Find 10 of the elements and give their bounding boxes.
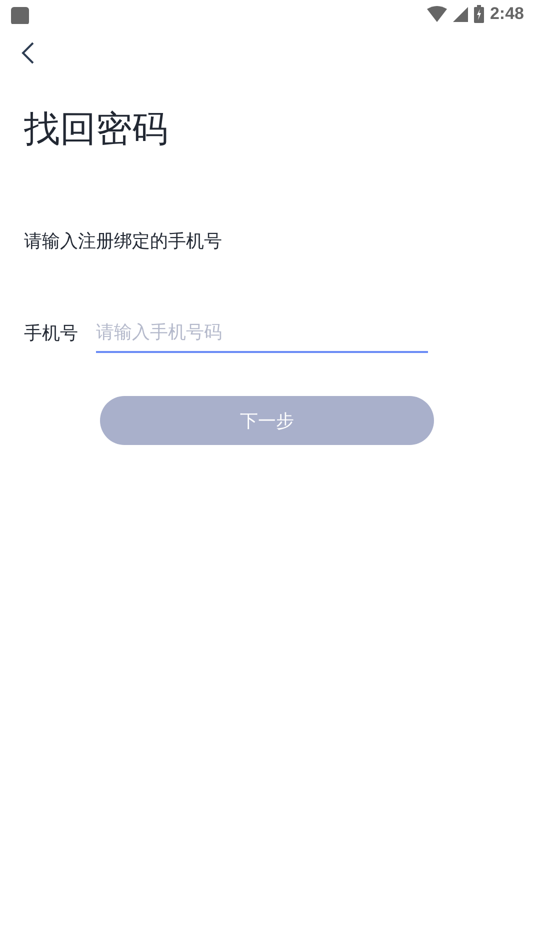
instruction-text: 请输入注册绑定的手机号 <box>24 230 223 254</box>
battery-icon <box>474 5 484 23</box>
back-icon <box>20 40 36 66</box>
signal-icon <box>452 6 468 22</box>
back-button[interactable] <box>20 40 36 66</box>
page-title: 找回密码 <box>24 108 169 152</box>
field-label: 手机号 <box>24 322 78 345</box>
notification-icon <box>10 4 30 24</box>
status-time: 2:48 <box>490 4 524 24</box>
wifi-icon <box>426 6 447 22</box>
